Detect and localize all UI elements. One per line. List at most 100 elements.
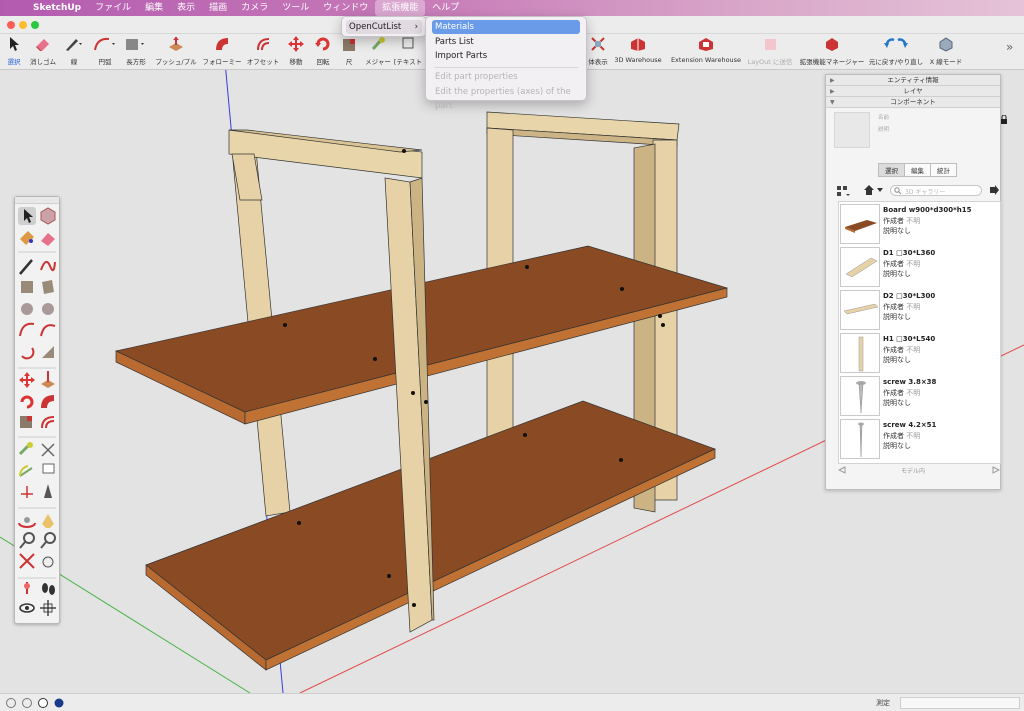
info-icon: [22, 698, 32, 708]
palette-3d-text-icon[interactable]: [44, 484, 52, 498]
menu-edit[interactable]: 編集: [138, 0, 170, 16]
tool-push-pull[interactable]: プッシュ/プル: [155, 36, 197, 66]
rectangle-icon: [126, 39, 144, 50]
forward-arrow-icon[interactable]: [992, 466, 1000, 474]
palette-offset-icon[interactable]: [41, 416, 55, 429]
palette-scale-icon[interactable]: [20, 416, 32, 428]
palette-orbit-icon[interactable]: [18, 517, 36, 528]
components-header[interactable]: ▼ コンポーネント: [826, 97, 1000, 108]
tool-layout[interactable]: LayOut に送信: [748, 36, 792, 66]
palette-line-icon[interactable]: [19, 259, 33, 275]
component-row-screw-38[interactable]: screw 3.8×38 作成者 不明 説明なし: [839, 375, 1000, 418]
tool-undo-redo[interactable]: 元に戻す/やり直し: [869, 36, 923, 66]
component-row-screw-51[interactable]: screw 4.2×51 作成者 不明 説明なし: [839, 418, 1000, 461]
zoom-window-button[interactable]: [31, 21, 39, 29]
palette-position-camera-icon[interactable]: [24, 582, 30, 594]
entity-info-header[interactable]: ▶ エンティティ情報: [826, 75, 1000, 86]
palette-rectangle-icon[interactable]: [21, 281, 33, 293]
toolbar-overflow-button[interactable]: »: [1006, 40, 1013, 54]
tab-select[interactable]: 選択: [878, 163, 905, 177]
palette-pan-icon[interactable]: [42, 514, 54, 528]
palette-zoom-extents-icon[interactable]: [19, 553, 35, 569]
palette-freehand-icon[interactable]: [40, 260, 56, 272]
menu-draw[interactable]: 描画: [202, 0, 234, 16]
tool-xray[interactable]: X 線モード: [926, 36, 966, 66]
lock-icon[interactable]: [1000, 115, 1008, 125]
palette-follow-me-icon[interactable]: [41, 395, 54, 408]
palette-pie-icon[interactable]: [42, 346, 54, 358]
menu-window[interactable]: ウィンドウ: [316, 0, 375, 16]
tool-offset[interactable]: オフセット: [245, 36, 281, 66]
entity-info-title: エンティティ情報: [887, 76, 939, 84]
palette-make-component-icon[interactable]: [40, 207, 56, 225]
palette-previous-view-icon[interactable]: [42, 556, 54, 568]
tool-3d-warehouse[interactable]: 3D Warehouse: [614, 36, 662, 64]
palette-rotate-icon[interactable]: [20, 395, 34, 409]
palette-look-around-icon[interactable]: [19, 603, 35, 613]
palette-arc-icon[interactable]: [19, 322, 35, 337]
menu-tools[interactable]: ツール: [275, 0, 316, 16]
palette-move-icon[interactable]: [19, 372, 35, 388]
palette-circle-icon[interactable]: [21, 303, 33, 315]
close-window-button[interactable]: [7, 21, 15, 29]
tool-extension-warehouse[interactable]: Extension Warehouse: [671, 36, 741, 64]
view-options-icon[interactable]: [836, 185, 850, 197]
apple-menu-icon[interactable]: [0, 0, 26, 16]
palette-section-plane-icon[interactable]: [40, 600, 56, 616]
palette-eraser-icon[interactable]: [41, 233, 55, 246]
palette-paint-bucket-icon[interactable]: [20, 231, 34, 245]
pencil-icon: [66, 39, 82, 51]
app-menu[interactable]: SketchUp: [26, 0, 88, 16]
select-arrow-icon: [10, 37, 19, 51]
menu-file[interactable]: ファイル: [88, 0, 138, 16]
measurements-input[interactable]: [900, 697, 1020, 709]
palette-dimension-icon[interactable]: [41, 443, 55, 457]
parts-list-menu-item[interactable]: Parts List: [432, 35, 580, 49]
layers-header[interactable]: ▶ レイヤ: [826, 86, 1000, 97]
import-parts-menu-item[interactable]: Import Parts: [432, 49, 580, 63]
menu-separator: [434, 67, 578, 68]
menu-help[interactable]: ヘルプ: [425, 0, 466, 16]
search-placeholder: 3D ギャラリー: [905, 189, 946, 196]
tool-line-label: 線: [70, 58, 78, 66]
component-row-d1[interactable]: D1 □30*L360 作成者 不明 説明なし: [839, 246, 1000, 289]
details-arrow-icon[interactable]: [989, 185, 999, 195]
edit-part-axes-menu-item[interactable]: Edit the properties (axes) of the part: [432, 85, 580, 111]
edit-part-properties-menu-item[interactable]: Edit part properties: [432, 70, 580, 84]
palette-three-point-arc-icon[interactable]: [21, 347, 35, 360]
palette-zoom-window-icon[interactable]: [40, 532, 56, 549]
home-icon[interactable]: [862, 184, 884, 196]
tool-rectangle[interactable]: 長方形: [118, 36, 154, 66]
component-search-input[interactable]: 3D ギャラリー: [890, 185, 982, 196]
menu-bar: SketchUp ファイル 編集 表示 描画 カメラ ツール ウィンドウ 拡張機…: [0, 0, 1024, 16]
tool-offset-label: オフセット: [246, 58, 280, 66]
palette-walk-icon[interactable]: [42, 583, 55, 595]
palette-rotated-rectangle-icon[interactable]: [42, 280, 54, 294]
palette-polygon-icon[interactable]: [42, 303, 54, 315]
palette-push-pull-icon[interactable]: [41, 371, 55, 388]
component-name: Board w900*d300*h15: [883, 206, 972, 214]
palette-zoom-icon[interactable]: [19, 532, 35, 549]
menu-camera[interactable]: カメラ: [234, 0, 275, 16]
tool-text[interactable]: [テキスト: [390, 36, 426, 66]
palette-axes-icon[interactable]: [21, 486, 33, 498]
palette-text-icon[interactable]: [42, 463, 55, 474]
palette-two-point-arc-icon[interactable]: [40, 324, 56, 337]
menu-extensions[interactable]: 拡張機能: [375, 0, 426, 16]
component-author: 作成者 不明: [883, 303, 921, 311]
palette-tape-measure-icon[interactable]: [18, 442, 33, 456]
component-row-h1[interactable]: H1 □30*L540 作成者 不明 説明なし: [839, 332, 1000, 375]
tool-follow-me[interactable]: フォローミー: [203, 36, 242, 66]
tool-extension-manager[interactable]: 拡張機能マネージャー: [800, 36, 864, 66]
menu-view[interactable]: 表示: [170, 0, 202, 16]
palette-select-icon[interactable]: [18, 207, 36, 225]
tab-edit[interactable]: 編集: [904, 163, 931, 177]
opencutlist-menu-item[interactable]: OpenCutList ›: [346, 20, 422, 34]
minimize-window-button[interactable]: [19, 21, 27, 29]
component-row-board[interactable]: Board w900*d300*h15 作成者 不明 説明なし: [839, 203, 1000, 246]
component-description: 説明なし: [883, 399, 911, 407]
palette-protractor-icon[interactable]: [18, 465, 33, 477]
tab-statistics[interactable]: 統計: [930, 163, 957, 177]
materials-menu-item[interactable]: Materials: [432, 20, 580, 34]
component-row-d2[interactable]: D2 □30*L300 作成者 不明 説明なし: [839, 289, 1000, 332]
